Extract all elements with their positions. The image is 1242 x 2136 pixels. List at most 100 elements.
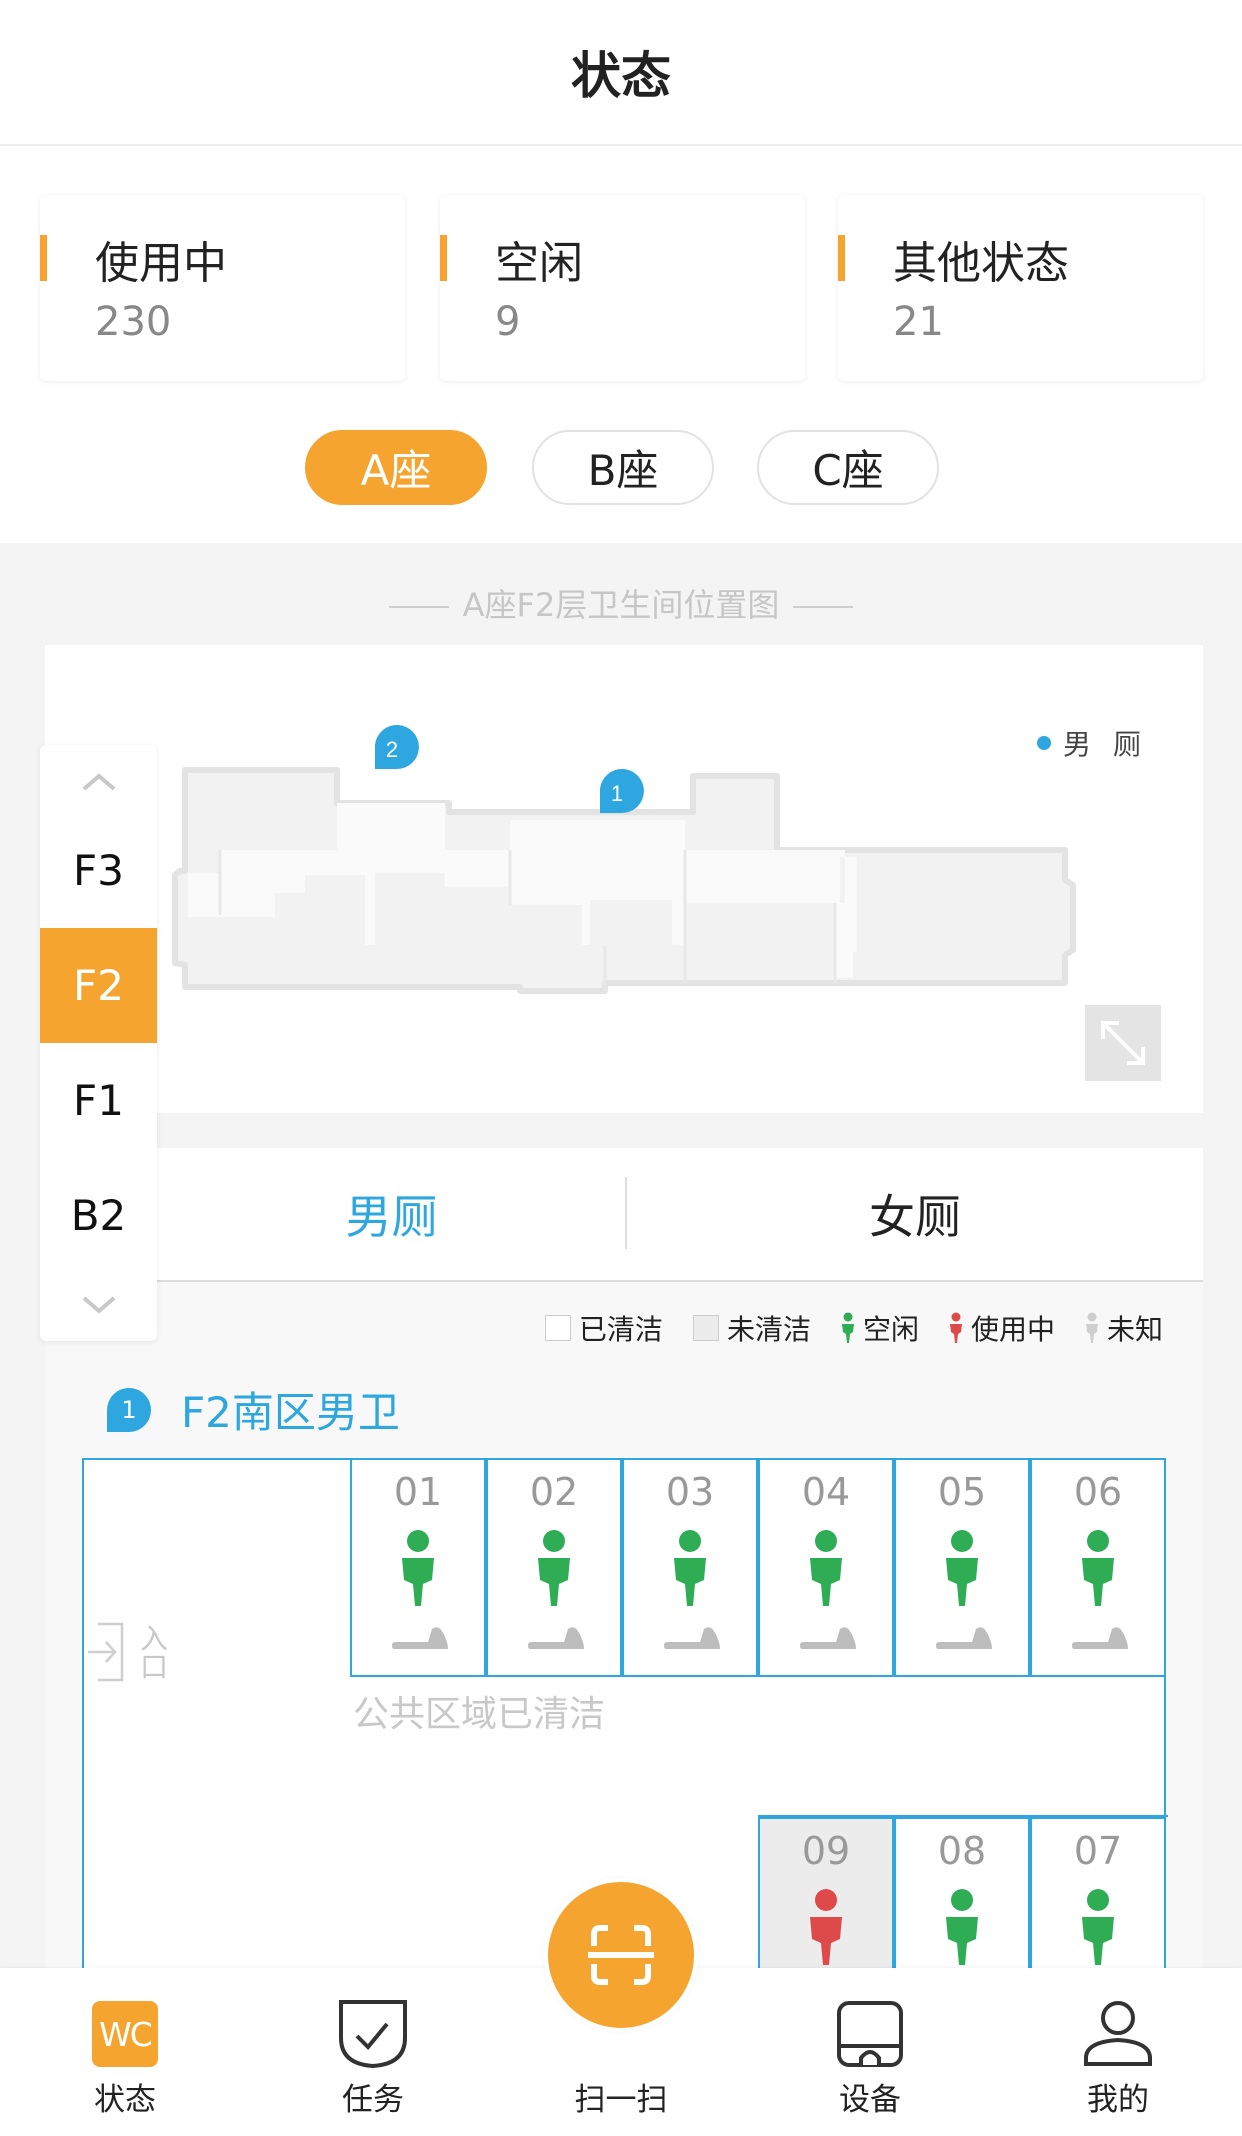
nav-me-label: 我的 <box>1087 2082 1149 2118</box>
legend-in-use-label: 使用中 <box>970 1313 1055 1346</box>
legend-vacant: 空闲 <box>841 1308 919 1348</box>
squat-toilet-icon <box>528 1627 584 1649</box>
tab-male[interactable]: 男厕 <box>157 1148 626 1280</box>
chevron-up-icon <box>82 773 115 791</box>
floor-item-f1[interactable]: F1 <box>40 1043 157 1158</box>
shield-check-icon <box>339 2000 407 2068</box>
stall-03[interactable]: 03 <box>622 1458 758 1677</box>
nav-tasks[interactable]: 任务 <box>273 1968 473 2136</box>
legend-cleaned-label: 已清洁 <box>578 1313 663 1346</box>
stall-number: 06 <box>1073 1470 1123 1514</box>
person-in-use-icon <box>810 1889 842 1965</box>
person-vacant-icon <box>946 1530 978 1606</box>
location-pin-icon: 1 <box>107 1387 151 1432</box>
floorplan-drawing: 2 1 <box>172 725 1076 994</box>
squat-toilet-icon <box>936 1627 992 1649</box>
person-vacant-icon <box>810 1530 842 1606</box>
map-title-text: A座F2层卫生间位置图 <box>462 586 780 624</box>
map-title: A座F2层卫生间位置图 <box>0 580 1242 626</box>
person-vacant-icon <box>538 1530 570 1606</box>
status-legend: 已清洁 未清洁 空闲 使用中 未知 <box>515 1308 1163 1348</box>
expand-icon <box>1101 1021 1145 1065</box>
squat-toilet-icon <box>800 1627 856 1649</box>
gender-tabs: 男厕 女厕 <box>45 1148 1203 1282</box>
floor-item-f3[interactable]: F3 <box>40 813 157 928</box>
stall-number: 02 <box>529 1470 579 1514</box>
stall-02[interactable]: 02 <box>486 1458 622 1677</box>
restroom-section-header[interactable]: 1 F2南区男卫 <box>107 1379 400 1440</box>
stall-number: 01 <box>393 1470 443 1514</box>
title-divider-line <box>388 606 449 608</box>
building-tab-a[interactable]: A座 <box>305 430 487 505</box>
stall-number: 04 <box>801 1470 851 1514</box>
stat-card-vacant[interactable]: 空闲 9 <box>440 195 805 381</box>
floor-item-f2[interactable]: F2 <box>40 928 157 1043</box>
stat-label: 空闲 <box>495 238 583 289</box>
stall-panel: 已清洁 未清洁 空闲 使用中 未知 1 F2南区男卫 入口 公共区域已清洁 01… <box>45 1282 1203 2037</box>
floor-map[interactable]: 2 1 男厕 <box>45 645 1203 1113</box>
cleaned-swatch-icon <box>544 1315 571 1341</box>
nav-devices[interactable]: 设备 <box>770 1968 970 2136</box>
nav-status[interactable]: WC 状态 <box>25 1968 225 2136</box>
person-in-use-icon <box>949 1312 962 1343</box>
stat-card-other[interactable]: 其他状态 21 <box>838 195 1203 381</box>
summary-area: 使用中 230 空闲 9 其他状态 21 A座 B座 C座 <box>0 146 1242 543</box>
stall-06[interactable]: 06 <box>1030 1458 1166 1677</box>
user-icon <box>1084 2000 1152 2068</box>
floorplan-room <box>417 820 445 850</box>
stall-04[interactable]: 04 <box>758 1458 894 1677</box>
person-vacant-icon <box>1082 1889 1114 1965</box>
legend-unknown-label: 未知 <box>1106 1313 1163 1346</box>
squat-toilet-icon <box>1072 1627 1128 1649</box>
map-pin-2-label: 2 <box>386 737 398 762</box>
enter-icon <box>88 1622 124 1682</box>
floorplan-room <box>835 903 853 978</box>
page-title: 状态 <box>571 47 671 105</box>
chevron-down-icon <box>82 1296 115 1314</box>
person-unknown-icon <box>1085 1312 1098 1343</box>
nav-tasks-label: 任务 <box>342 2082 404 2118</box>
expand-map-button[interactable] <box>1085 1005 1161 1081</box>
person-vacant-icon <box>674 1530 706 1606</box>
building-tab-c[interactable]: C座 <box>757 430 939 505</box>
scan-button[interactable] <box>544 1878 698 2032</box>
map-legend: 男厕 <box>1036 723 1163 763</box>
pin-number: 1 <box>121 1395 137 1424</box>
nav-me[interactable]: 我的 <box>1018 1968 1218 2136</box>
stall-05[interactable]: 05 <box>894 1458 1030 1677</box>
person-vacant-icon <box>841 1312 854 1343</box>
legend-unknown: 未知 <box>1085 1308 1163 1348</box>
person-vacant-icon <box>402 1530 434 1606</box>
floor-up-button[interactable] <box>40 757 157 807</box>
stat-card-in-use[interactable]: 使用中 230 <box>40 195 405 381</box>
public-area-border <box>758 1815 1168 1817</box>
stall-number: 07 <box>1073 1829 1123 1873</box>
legend-cleaned: 已清洁 <box>544 1308 663 1348</box>
not-cleaned-swatch-icon <box>692 1315 719 1341</box>
map-pin-1: 1 <box>600 769 644 813</box>
person-vacant-icon <box>1082 1530 1114 1606</box>
stall-01[interactable]: 01 <box>350 1458 486 1677</box>
nav-scan-label: 扫一扫 <box>574 2082 668 2118</box>
floor-down-button[interactable] <box>40 1280 157 1330</box>
wc-icon: WC <box>91 2000 159 2068</box>
entrance-marker: 入口 <box>88 1620 172 1684</box>
wc-badge: WC <box>92 2001 158 2067</box>
scan-icon <box>588 1925 654 1985</box>
stat-label: 其他状态 <box>893 238 1069 289</box>
map-pin-1-label: 1 <box>611 781 623 806</box>
floor-selector: F3 F2 F1 B2 <box>40 745 157 1341</box>
building-tab-b[interactable]: B座 <box>532 430 714 505</box>
public-area-status: 公共区域已清洁 <box>352 1694 605 1735</box>
stat-accent-bar <box>440 235 447 281</box>
nav-status-label: 状态 <box>94 2082 156 2118</box>
header: 状态 <box>0 0 1242 146</box>
stall-number: 08 <box>937 1829 987 1873</box>
floor-item-b2[interactable]: B2 <box>40 1158 157 1273</box>
restroom-title: F2南区男卫 <box>181 1388 400 1437</box>
tab-female[interactable]: 女厕 <box>627 1148 1203 1280</box>
stall-number: 09 <box>801 1829 851 1873</box>
stat-value: 230 <box>95 299 172 345</box>
legend-in-use: 使用中 <box>949 1308 1055 1348</box>
map-pin-2: 2 <box>375 725 419 769</box>
